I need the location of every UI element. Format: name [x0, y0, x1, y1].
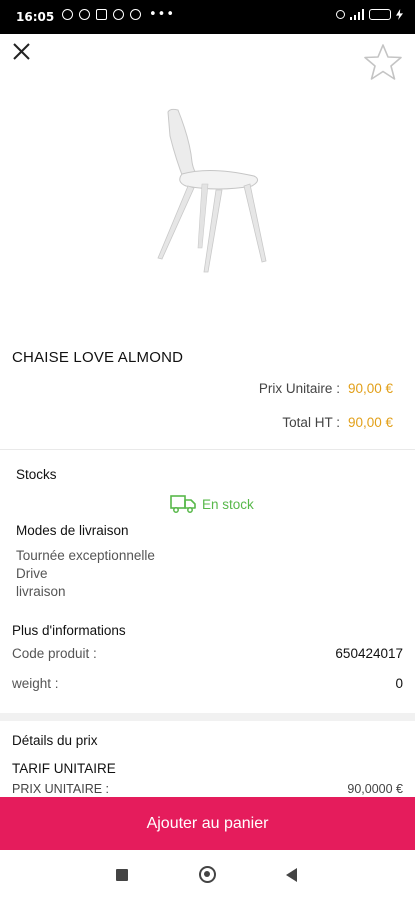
product-image — [140, 100, 280, 280]
list-item: livraison — [16, 584, 66, 599]
home-icon[interactable] — [199, 866, 216, 883]
more-dots-icon: ••• — [149, 6, 176, 22]
weight-row: weight : 0 — [12, 676, 403, 691]
signal-icon — [350, 9, 364, 20]
total-price-row: Total HT : 90,00 € — [282, 415, 393, 430]
system-nav-bar — [0, 850, 415, 900]
total-value: 90,00 € — [347, 415, 393, 430]
list-item: Tournée exceptionnelle — [16, 548, 155, 563]
back-icon[interactable] — [286, 868, 297, 882]
stock-status: En stock — [170, 494, 254, 514]
close-button[interactable] — [8, 38, 36, 66]
stock-status-text: En stock — [202, 496, 254, 512]
add-to-cart-button[interactable]: Ajouter au panier — [0, 797, 415, 850]
delivery-modes-label: Modes de livraison — [16, 523, 129, 538]
alarm-icon — [62, 9, 73, 20]
close-icon — [13, 43, 30, 60]
settings-icon — [79, 9, 90, 20]
more-info-label: Plus d'informations — [12, 623, 126, 638]
charging-icon — [396, 9, 403, 20]
list-item: Drive — [16, 566, 48, 581]
info-value: 0 — [395, 676, 403, 691]
price-details-label: Détails du prix — [12, 733, 98, 748]
divider — [0, 449, 415, 450]
product-title: CHAISE LOVE ALMOND — [12, 349, 184, 366]
unit-price-value: 90,00 € — [347, 381, 393, 396]
status-bar: 16:05 ••• — [0, 0, 415, 34]
stocks-label: Stocks — [16, 467, 57, 482]
bluetooth-icon — [336, 10, 345, 19]
favorite-button[interactable] — [363, 42, 403, 82]
unit-price-row: Prix Unitaire : 90,00 € — [259, 381, 393, 396]
section-divider — [0, 713, 415, 721]
tarif-row: PRIX UNITAIRE : 90,0000 € — [12, 782, 403, 796]
tarif-value: 90,0000 € — [347, 782, 403, 796]
notification-icons: ••• — [62, 6, 176, 22]
info-key: weight : — [12, 676, 59, 691]
unit-price-label: Prix Unitaire : — [258, 381, 340, 396]
system-icons — [336, 9, 403, 20]
info-value: 650424017 — [335, 646, 403, 661]
message-icon — [113, 9, 124, 20]
tarif-key: PRIX UNITAIRE : — [12, 782, 110, 796]
star-outline-icon — [364, 44, 402, 80]
delivery-modes-list: Tournée exceptionnelle Drive livraison — [16, 547, 155, 601]
status-time: 16:05 — [16, 10, 55, 24]
info-key: Code produit : — [12, 646, 97, 661]
recent-apps-icon[interactable] — [116, 869, 128, 881]
product-code-row: Code produit : 650424017 — [12, 646, 403, 661]
message-icon — [130, 9, 141, 20]
truck-icon — [170, 495, 196, 513]
app-icon — [96, 9, 107, 20]
battery-icon — [369, 9, 391, 20]
tarif-title: TARIF UNITAIRE — [12, 761, 116, 776]
total-label: Total HT : — [282, 415, 340, 430]
